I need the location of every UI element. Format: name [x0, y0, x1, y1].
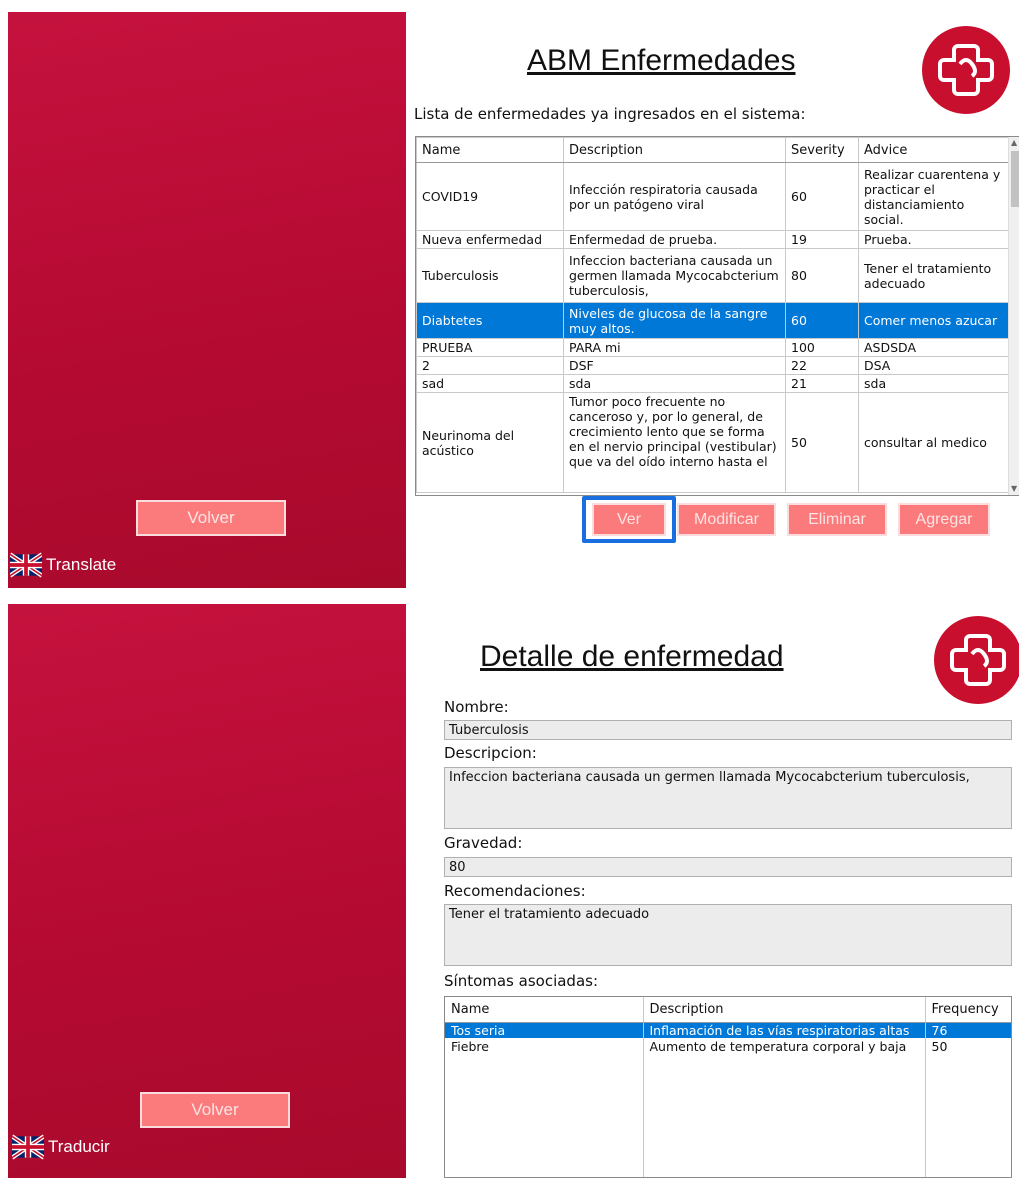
scroll-up-icon[interactable]: ▲: [1011, 138, 1017, 148]
table-row[interactable]: Neurinoma del acústico Tumor poco frecue…: [416, 392, 1011, 493]
modificar-button[interactable]: Modificar: [677, 503, 776, 536]
cell-name: Diabtetes: [416, 302, 564, 339]
cell-advice: ASDSDA: [858, 338, 1011, 357]
eliminar-button[interactable]: Eliminar: [787, 503, 887, 536]
cell-name: Tuberculosis: [416, 248, 564, 303]
recomendaciones-field[interactable]: Tener el tratamiento adecuado: [444, 904, 1012, 966]
cell-name: Neurinoma del acústico: [416, 392, 564, 493]
translate-label: Traducir: [48, 1137, 110, 1156]
table-header: Name Description Frequency: [445, 997, 1011, 1023]
cell-description: DSF: [563, 356, 786, 375]
column-header-severity[interactable]: Severity: [785, 137, 859, 163]
empty-cell: [643, 1054, 926, 1177]
table-filler: [445, 1054, 1011, 1177]
scroll-down-icon[interactable]: ▼: [1011, 484, 1017, 494]
sintomas-label: Síntomas asociadas:: [444, 972, 599, 990]
table-row[interactable]: Nueva enfermedad Enfermedad de prueba. 1…: [416, 230, 1011, 249]
cell-advice: DSA: [858, 356, 1011, 375]
column-header-frequency[interactable]: Frequency: [925, 997, 1011, 1023]
volver-button[interactable]: Volver: [136, 500, 286, 536]
cell-frequency: 50: [925, 1038, 1011, 1054]
cell-frequency: 76: [925, 1022, 1011, 1038]
cell-name: COVID19: [416, 162, 564, 231]
translate-button[interactable]: Traducir: [12, 1134, 110, 1160]
empty-cell: [445, 1054, 644, 1177]
table-row[interactable]: PRUEBA PARA mi 100 ASDSDA: [416, 338, 1011, 357]
cell-severity: 60: [785, 302, 859, 339]
descripcion-field[interactable]: Infeccion bacteriana causada un germen l…: [444, 767, 1012, 829]
medical-cross-logo-icon: [922, 26, 1010, 114]
disease-list-window: Volver Translate ABM Enfermedades Lista …: [0, 0, 1019, 588]
cell-severity: 21: [785, 374, 859, 393]
cell-advice: Realizar cuarentena y practicar el dista…: [858, 162, 1011, 231]
table-row[interactable]: Fiebre Aumento de temperatura corporal y…: [445, 1038, 1011, 1054]
disease-detail-window: Volver Traducir Detalle de enfermedad No…: [0, 604, 1019, 1178]
uk-flag-icon: [12, 1134, 44, 1160]
cell-severity: 50: [785, 392, 859, 493]
medical-cross-logo-icon: [934, 616, 1019, 704]
recomendaciones-label: Recomendaciones:: [444, 882, 586, 900]
cell-severity: 100: [785, 338, 859, 357]
gravedad-label: Gravedad:: [444, 834, 523, 852]
nombre-field[interactable]: Tuberculosis: [444, 720, 1012, 740]
table-row[interactable]: 2 DSF 22 DSA: [416, 356, 1011, 375]
cell-advice: Prueba.: [858, 230, 1011, 249]
cell-severity: 60: [785, 162, 859, 231]
table-row[interactable]: COVID19 Infección respiratoria causada p…: [416, 162, 1011, 231]
symptoms-table[interactable]: Name Description Frequency Tos seria Inf…: [444, 996, 1012, 1178]
diseases-table[interactable]: Name Description Severity Advice COVID19…: [415, 136, 1019, 496]
cell-name: Fiebre: [445, 1038, 644, 1054]
agregar-button[interactable]: Agregar: [898, 503, 990, 536]
cell-description: Niveles de glucosa de la sangre muy alto…: [563, 302, 786, 339]
cell-description: Aumento de temperatura corporal y baja: [643, 1038, 926, 1054]
cell-advice: Tener el tratamiento adecuado: [858, 248, 1011, 303]
page-title: Detalle de enfermedad: [480, 640, 784, 673]
page-title: ABM Enfermedades: [527, 44, 796, 77]
table-header: Name Description Severity Advice: [416, 137, 1011, 163]
cell-description: PARA mi: [563, 338, 786, 357]
table-row-selected[interactable]: Diabtetes Niveles de glucosa de la sangr…: [416, 302, 1011, 339]
translate-button[interactable]: Translate: [10, 552, 116, 578]
cell-advice: Comer menos azucar: [858, 302, 1011, 339]
cell-severity: 80: [785, 248, 859, 303]
ver-button[interactable]: Ver: [592, 503, 666, 536]
table-row-selected[interactable]: Tos seria Inflamación de las vías respir…: [445, 1022, 1011, 1038]
cell-advice: consultar al medico: [858, 392, 1011, 493]
cell-name: sad: [416, 374, 564, 393]
uk-flag-icon: [10, 552, 42, 578]
column-header-description[interactable]: Description: [643, 997, 926, 1023]
cell-advice: sda: [858, 374, 1011, 393]
table-row[interactable]: sad sda 21 sda: [416, 374, 1011, 393]
list-caption: Lista de enfermedades ya ingresados en e…: [414, 105, 806, 123]
cell-name: 2: [416, 356, 564, 375]
nombre-label: Nombre:: [444, 698, 509, 716]
empty-cell: [925, 1054, 1011, 1177]
column-header-name[interactable]: Name: [445, 997, 644, 1023]
translate-label: Translate: [46, 555, 117, 574]
cell-description: Inflamación de las vías respiratorias al…: [643, 1022, 926, 1038]
cell-description: sda: [563, 374, 786, 393]
cell-name: PRUEBA: [416, 338, 564, 357]
column-header-name[interactable]: Name: [416, 137, 564, 163]
descripcion-label: Descripcion:: [444, 744, 537, 762]
cell-name: Tos seria: [445, 1022, 644, 1038]
cell-description: Infeccion bacteriana causada un germen l…: [563, 248, 786, 303]
cell-severity: 22: [785, 356, 859, 375]
cell-name: Nueva enfermedad: [416, 230, 564, 249]
cell-description: Infección respiratoria causada por un pa…: [563, 162, 786, 231]
cell-description: Enfermedad de prueba.: [563, 230, 786, 249]
table-row[interactable]: Tuberculosis Infeccion bacteriana causad…: [416, 248, 1011, 303]
gravedad-field[interactable]: 80: [444, 857, 1012, 877]
scrollbar-thumb[interactable]: [1011, 151, 1019, 207]
sidebar: Volver Translate: [8, 12, 406, 588]
cell-severity: 19: [785, 230, 859, 249]
column-header-advice[interactable]: Advice: [858, 137, 1011, 163]
cell-description: Tumor poco frecuente no canceroso y, por…: [563, 392, 786, 493]
table-scrollbar[interactable]: ▲ ▼: [1008, 137, 1019, 495]
sidebar: Volver Traducir: [8, 604, 406, 1178]
column-header-description[interactable]: Description: [563, 137, 786, 163]
volver-button[interactable]: Volver: [140, 1092, 290, 1128]
